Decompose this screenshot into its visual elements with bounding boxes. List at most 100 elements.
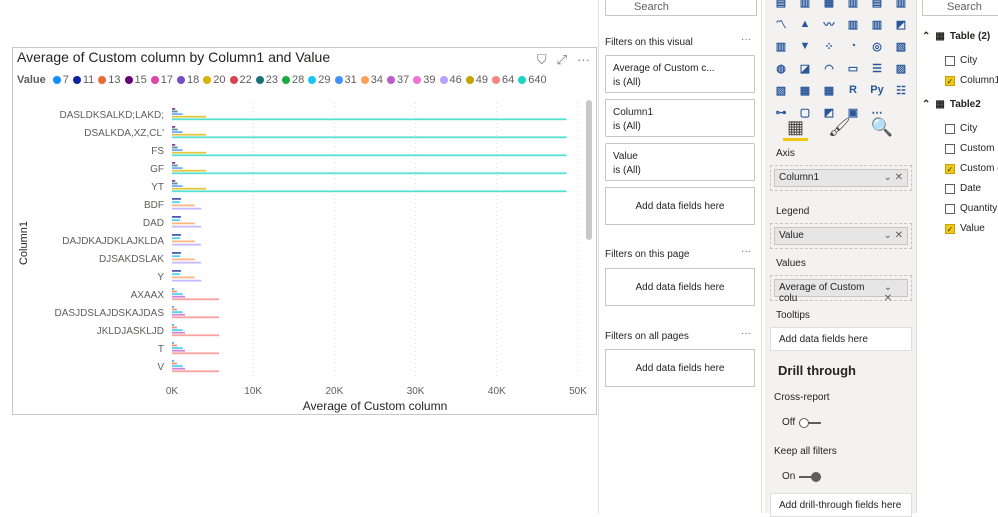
legend-well[interactable]: Value ⌄ ✕ [770,223,912,249]
bar-23[interactable] [172,146,178,149]
field-item[interactable]: Date [945,183,981,194]
chevron-up-icon[interactable]: ⌃ [922,31,930,42]
bar-29[interactable] [172,365,183,367]
axis-well[interactable]: Column1 ⌄ ✕ [770,165,912,191]
visual-type-icon[interactable]: R [845,82,861,98]
filter-card[interactable]: Average of Custom c... is (All) [605,55,755,93]
bar-31[interactable] [172,185,183,187]
fields-tab-icon[interactable]: ▦ [783,117,809,141]
bar-13[interactable] [172,344,177,347]
add-visual-filter-field[interactable]: Add data fields here [605,187,755,225]
visual-type-icon[interactable]: ◪ [797,60,813,76]
field-item[interactable]: Custom [945,143,994,154]
bar-37[interactable] [172,349,185,352]
clustered-bar-chart-visual[interactable]: Average of Custom column by Column1 and … [12,47,597,415]
bar-23[interactable] [172,110,178,113]
checkbox[interactable]: ✓ [945,163,955,174]
visual-type-icon[interactable]: Py [869,82,885,98]
visual-type-icon[interactable]: ▧ [773,82,789,98]
table-node[interactable]: ⌃ ▦ Table2 [922,99,981,110]
visual-type-icon[interactable]: ◩ [893,16,909,32]
bar-46[interactable] [172,243,202,246]
bar-15[interactable] [172,180,176,182]
checkbox[interactable] [945,183,955,194]
bar-13[interactable] [172,308,177,311]
visual-type-icon[interactable]: ◎ [869,38,885,54]
visual-type-icon[interactable]: ▨ [893,60,909,76]
bar-640[interactable] [172,136,567,139]
bar-13[interactable] [172,290,177,293]
bar-31[interactable] [172,131,183,133]
checkbox[interactable]: ✓ [945,223,955,234]
bar-29[interactable] [172,293,183,295]
bar-7[interactable] [172,306,175,308]
bar-29[interactable] [172,255,181,258]
field-item[interactable]: City [945,55,977,66]
field-item[interactable]: Quantity [945,203,997,214]
bar-64[interactable] [172,316,220,319]
bar-34[interactable] [172,204,195,207]
visual-type-icon[interactable]: ▥ [773,38,789,54]
bar-29[interactable] [172,219,181,222]
bar-46[interactable] [172,225,202,228]
bar-46[interactable] [172,279,202,282]
bar-29[interactable] [172,347,183,349]
visual-type-icon[interactable]: 〽 [773,16,789,32]
checkbox[interactable] [945,143,955,154]
visual-type-icon[interactable]: ◔ [845,38,861,54]
analytics-magnifier-icon[interactable]: 🔍 [871,117,893,141]
bar-20[interactable] [172,169,207,172]
bar-34[interactable] [172,276,195,279]
visual-type-icon[interactable]: ▥ [845,16,861,32]
bar-20[interactable] [172,187,207,190]
bar-640[interactable] [172,154,567,157]
checkbox[interactable] [945,55,955,66]
checkbox[interactable] [945,123,955,134]
checkbox[interactable] [945,203,955,214]
bar-11[interactable] [172,252,181,254]
bar-31[interactable] [172,149,183,151]
field-item[interactable]: ✓ Value [945,223,985,234]
add-tooltip-field[interactable]: Add data fields here [770,327,912,351]
add-drill-through-field[interactable]: Add drill-through fields here [770,493,912,517]
filter-card[interactable]: Column1 is (All) [605,99,755,137]
field-item[interactable]: ✓Custom column [945,163,998,174]
visual-type-icon[interactable]: ▤ [869,0,885,10]
visual-type-icon[interactable]: ▥ [845,0,861,10]
bar-64[interactable] [172,370,220,373]
visual-type-icon[interactable]: ▼ [797,38,813,54]
visual-type-icon[interactable]: ▦ [821,82,837,98]
chevron-up-icon[interactable]: ⌃ [922,99,930,110]
bar-29[interactable] [172,237,181,240]
bar-7[interactable] [172,342,175,344]
bar-34[interactable] [172,258,195,261]
visual-type-icon[interactable]: ▦ [797,82,813,98]
bar-23[interactable] [172,128,178,131]
field-item[interactable]: ✓ Column1 [945,75,998,86]
visual-type-icon[interactable]: ◍ [773,60,789,76]
bar-31[interactable] [172,167,183,169]
bar-7[interactable] [172,360,175,362]
add-page-filter-field[interactable]: Add data fields here [605,268,755,306]
bar-11[interactable] [172,216,181,218]
bar-15[interactable] [172,126,176,128]
visual-type-icon[interactable]: ▤ [773,0,789,10]
add-all-pages-filter-field[interactable]: Add data fields here [605,349,755,387]
bar-640[interactable] [172,190,567,193]
visual-type-icon[interactable]: ▥ [797,0,813,10]
visual-type-icon[interactable]: ▭ [845,60,861,76]
bar-31[interactable] [172,113,183,115]
visual-type-icon[interactable]: ◠ [821,60,837,76]
visual-type-icon[interactable]: ▲ [797,16,813,32]
bar-13[interactable] [172,326,177,329]
bar-15[interactable] [172,144,176,146]
visual-type-icon[interactable]: ▥ [869,16,885,32]
vertical-scrollbar[interactable] [586,100,592,240]
bar-20[interactable] [172,133,207,136]
cross-report-toggle[interactable]: Off [782,417,822,428]
bar-20[interactable] [172,151,207,154]
filters-search-input[interactable]: Search [605,0,757,16]
bar-34[interactable] [172,222,195,225]
bar-7[interactable] [172,324,175,326]
bar-11[interactable] [172,234,181,236]
